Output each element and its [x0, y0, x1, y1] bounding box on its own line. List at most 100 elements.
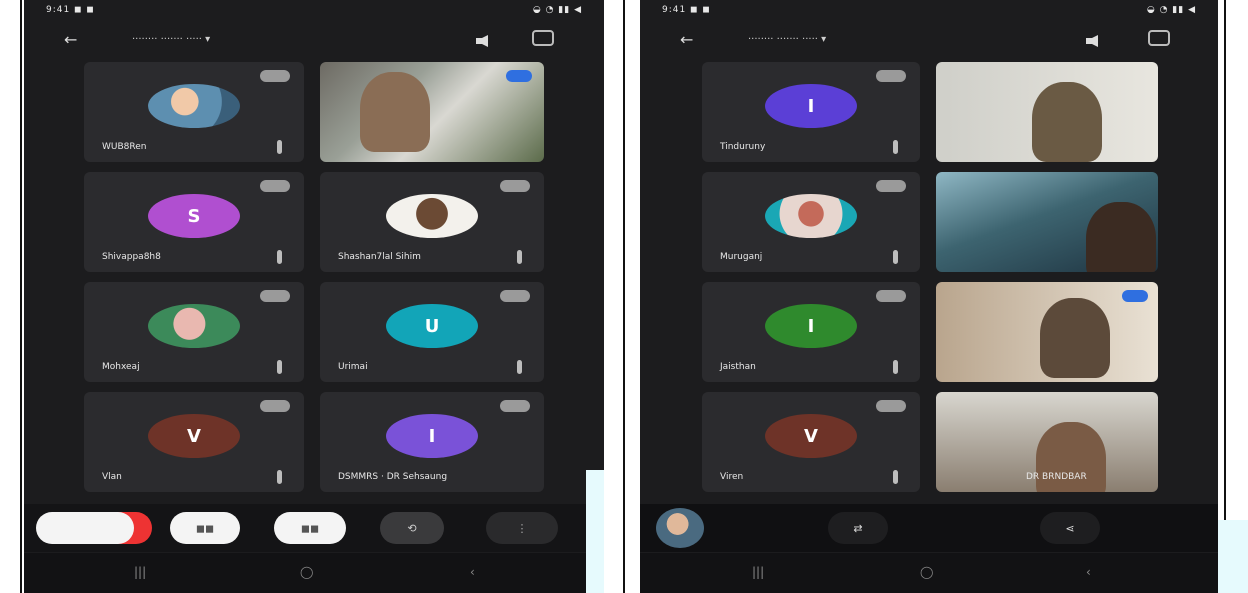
avatar: V — [765, 414, 857, 458]
switch-camera-button[interactable]: ⇄ — [828, 512, 888, 544]
system-nav-bar: ||| ◯ ‹ — [640, 553, 1218, 593]
participant-name: Shashan7lal Sihim — [338, 252, 421, 262]
avatar-letter: U — [424, 315, 440, 337]
video-feed — [1086, 202, 1156, 272]
home-button[interactable]: ◯ — [920, 565, 933, 579]
status-bar: 9:41 ◼ ◼ ◒ ◔ ▮▮ ◀ — [24, 0, 604, 22]
meeting-title[interactable]: ········ ······· ····· ▾ — [748, 34, 826, 45]
participant-name: Tinduruny — [720, 142, 766, 152]
more-options-icon[interactable] — [260, 180, 290, 192]
video-feed — [1040, 298, 1110, 378]
frame-divider-right — [1224, 0, 1226, 593]
speaker-icon[interactable] — [1086, 32, 1104, 47]
participant-name: Muruganj — [720, 252, 763, 262]
more-button[interactable]: ⋮ — [486, 512, 558, 544]
mic-icon — [517, 360, 522, 374]
avatar-letter: I — [807, 315, 815, 337]
home-button[interactable]: ◯ — [300, 565, 313, 579]
participant-tile[interactable]: I Jaisthan — [702, 282, 920, 382]
meeting-header: ← ········ ······· ····· ▾ — [640, 28, 1218, 54]
back-button[interactable]: ‹ — [1086, 565, 1091, 579]
system-nav-bar: ||| ◯ ‹ — [24, 553, 604, 593]
participant-tile[interactable]: V Vlan — [84, 392, 304, 492]
avatar-letter: V — [804, 425, 818, 447]
participant-name: Vlan — [102, 472, 122, 482]
status-icons: ◒ ◔ ▮▮ ◀ — [1146, 5, 1196, 15]
participant-tile[interactable]: V Viren — [702, 392, 920, 492]
avatar — [765, 194, 857, 238]
mic-icon — [893, 250, 898, 264]
avatar-letter: I — [428, 425, 436, 447]
meeting-header: ← ········ ······· ····· ▾ — [24, 28, 604, 54]
participant-name: Jaisthan — [720, 362, 756, 372]
video-feed — [1032, 82, 1102, 162]
mic-icon — [277, 470, 282, 484]
back-arrow-icon[interactable]: ← — [64, 30, 77, 49]
participant-video-tile[interactable] — [936, 62, 1158, 162]
participant-video-tile[interactable] — [320, 62, 544, 162]
avatar: I — [386, 414, 478, 458]
participant-tile[interactable]: I DSMMRS · DR Sehsaung — [320, 392, 544, 492]
avatar-letter: V — [187, 425, 201, 447]
participant-name: Urimai — [338, 362, 368, 372]
status-bar: 9:41 ◼ ◼ ◒ ◔ ▮▮ ◀ — [640, 0, 1218, 22]
participant-video-tile[interactable] — [936, 282, 1158, 382]
switch-camera-button[interactable]: ⟲ — [380, 512, 444, 544]
speaking-indicator-icon — [1122, 290, 1148, 302]
participant-tile[interactable]: U Urimai — [320, 282, 544, 382]
speaking-indicator-icon — [506, 70, 532, 82]
camera-switch-icon[interactable] — [1148, 30, 1170, 46]
participant-tile[interactable]: WUB8Ren — [84, 62, 304, 162]
participant-tile[interactable]: Mohxeaj — [84, 282, 304, 382]
participant-name: Viren — [720, 472, 744, 482]
more-options-icon[interactable] — [876, 70, 906, 82]
participant-name: DSMMRS · DR Sehsaung — [338, 472, 448, 482]
more-options-icon[interactable] — [876, 290, 906, 302]
share-button[interactable]: ⋖ — [1040, 512, 1100, 544]
participant-name: WUB8Ren — [102, 142, 147, 152]
meeting-title[interactable]: ········ ······· ····· ▾ — [132, 34, 210, 45]
camera-toggle-button[interactable]: ◼◼ — [274, 512, 346, 544]
avatar: I — [765, 304, 857, 348]
more-options-icon[interactable] — [260, 400, 290, 412]
avatar: V — [148, 414, 240, 458]
background-strip — [1218, 520, 1248, 593]
participant-tile[interactable]: Muruganj — [702, 172, 920, 272]
participant-tile[interactable]: I Tinduruny — [702, 62, 920, 162]
self-view-avatar[interactable] — [656, 508, 704, 548]
mic-icon — [277, 250, 282, 264]
back-arrow-icon[interactable]: ← — [680, 30, 693, 49]
participant-tile[interactable]: S Shivappa8h8 — [84, 172, 304, 272]
more-options-icon[interactable] — [500, 290, 530, 302]
more-options-icon[interactable] — [260, 70, 290, 82]
frame-divider-middle — [623, 0, 625, 593]
call-controls: ◼◼ ◼◼ ⟲ ⋮ — [24, 504, 604, 552]
mic-toggle-button[interactable]: ◼◼ — [170, 512, 240, 544]
mic-icon — [893, 360, 898, 374]
participant-video-tile[interactable]: DR BRNDBAR — [936, 392, 1158, 492]
participant-name: Shivappa8h8 — [102, 252, 161, 262]
mic-icon — [893, 470, 898, 484]
more-options-icon[interactable] — [500, 400, 530, 412]
avatar-letter: I — [807, 95, 815, 117]
avatar — [148, 84, 240, 128]
more-options-icon[interactable] — [876, 400, 906, 412]
recent-apps-button[interactable]: ||| — [752, 565, 764, 579]
mic-icon — [893, 140, 898, 154]
participant-video-tile[interactable] — [936, 172, 1158, 272]
camera-switch-icon[interactable] — [532, 30, 554, 46]
status-time: 9:41 ◼ ◼ — [46, 5, 95, 15]
background-strip — [586, 470, 604, 593]
mic-icon — [517, 250, 522, 264]
speaker-icon[interactable] — [476, 32, 494, 47]
more-options-icon[interactable] — [500, 180, 530, 192]
mic-icon — [277, 360, 282, 374]
more-options-icon[interactable] — [260, 290, 290, 302]
status-time: 9:41 ◼ ◼ — [662, 5, 711, 15]
back-button[interactable]: ‹ — [470, 565, 475, 579]
participant-tile[interactable]: Shashan7lal Sihim — [320, 172, 544, 272]
mic-icon — [277, 140, 282, 154]
end-call-button[interactable] — [36, 512, 134, 544]
more-options-icon[interactable] — [876, 180, 906, 192]
recent-apps-button[interactable]: ||| — [134, 565, 146, 579]
